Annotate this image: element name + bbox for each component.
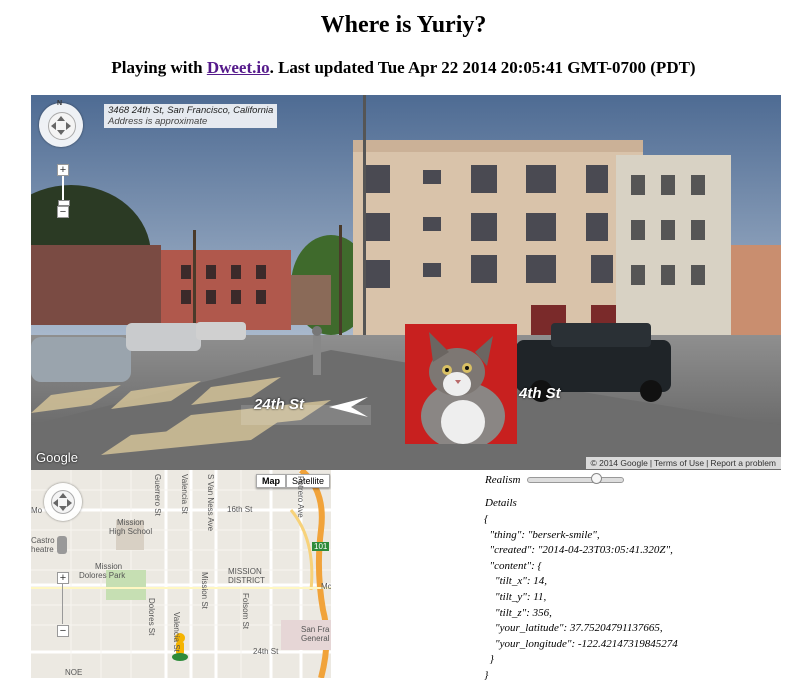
- map-type-map-button[interactable]: Map: [256, 474, 286, 488]
- street-view-panorama[interactable]: 3468 24th St, San Francisco, California …: [31, 95, 781, 470]
- map-zoom-out-button[interactable]: −: [57, 625, 69, 637]
- map-label-theatre: heatre: [31, 545, 54, 554]
- map-label-mission-dolores: Mission: [95, 562, 123, 571]
- details-json-line: "tilt_z": 356,: [484, 606, 552, 619]
- street-view-zoom-control[interactable]: + −: [57, 164, 70, 218]
- map-label-mo: Mo: [31, 506, 43, 515]
- realism-control: Realism: [485, 473, 625, 486]
- page-subtitle: Playing with Dweet.io. Last updated Tue …: [0, 58, 807, 78]
- map-label-dolores-park: Dolores Park: [79, 571, 126, 580]
- map-pan-right-icon[interactable]: [67, 499, 72, 507]
- map-label-valencia-2: Valencia St: [172, 612, 181, 652]
- details-json-line: "content": {: [484, 559, 542, 572]
- realism-slider-thumb[interactable]: [591, 473, 603, 484]
- details-json-line: "your_longitude": -122.42147319845274: [484, 637, 678, 650]
- map-label-hwy: 101: [312, 542, 330, 551]
- map-label-potrero: Potrero Ave: [296, 476, 305, 518]
- map-label-sf-general: San Fra: [301, 625, 330, 634]
- map-label-guerrero: Guerrero St: [153, 474, 162, 516]
- map-pan-control[interactable]: [44, 483, 82, 521]
- realism-slider[interactable]: [527, 473, 625, 484]
- street-label-24th-left[interactable]: 24th St: [254, 396, 304, 413]
- map-pan-up-icon[interactable]: [59, 493, 67, 498]
- details-json-line: }: [484, 668, 489, 681]
- map-label-16th-st: 16th St: [227, 505, 253, 514]
- pan-right-icon[interactable]: [66, 122, 71, 130]
- map-label-mission-high-2: High School: [109, 527, 153, 536]
- map-label-mission-high: Mission: [117, 518, 145, 527]
- pan-up-icon[interactable]: [57, 116, 65, 121]
- sv-zoom-out-button[interactable]: −: [57, 206, 69, 218]
- location-map[interactable]: Map Satellite + − Mission High School Ca…: [31, 470, 331, 678]
- map-label-24th-st: 24th St: [253, 647, 279, 656]
- map-label-sf-general-2: General H: [301, 634, 331, 643]
- details-json-line: }: [484, 653, 494, 666]
- details-json-line: "created": "2014-04-23T03:05:41.320Z",: [484, 544, 673, 557]
- map-pan-down-icon[interactable]: [59, 506, 67, 511]
- map-label-noe: NOE: [65, 668, 83, 677]
- map-label-valencia: Valencia St: [180, 474, 189, 514]
- address-note: Address is approximate: [108, 116, 208, 127]
- address-line: 3468 24th St, San Francisco, California: [108, 105, 274, 116]
- map-type-satellite-button[interactable]: Satellite: [286, 474, 331, 488]
- street-label-24th-right[interactable]: 4th St: [519, 385, 561, 402]
- map-label-dolores-st: Dolores St: [147, 598, 156, 636]
- address-box: 3468 24th St, San Francisco, California …: [104, 104, 278, 128]
- details-json: { "thing": "berserk-smile", "created": "…: [484, 512, 678, 684]
- map-label-mission-district-2: DISTRICT: [228, 576, 265, 585]
- map-type-control[interactable]: Map Satellite: [256, 474, 331, 488]
- compass-north-label: N: [57, 100, 63, 107]
- last-updated-text: . Last updated Tue Apr 22 2014 20:05:41 …: [269, 58, 696, 77]
- page-title: Where is Yuriy?: [320, 12, 487, 38]
- sv-zoom-in-button[interactable]: +: [57, 164, 69, 176]
- dweet-link[interactable]: Dweet.io: [207, 58, 270, 77]
- details-json-line: "thing": "berserk-smile",: [484, 528, 600, 541]
- details-json-line: "tilt_x": 14,: [484, 575, 548, 588]
- details-label: Details: [485, 497, 517, 509]
- street-view-compass[interactable]: N: [39, 100, 83, 147]
- cat-photo-overlay: [405, 324, 517, 444]
- map-label-folsom: Folsom St: [241, 593, 250, 630]
- map-pan-left-icon[interactable]: [53, 499, 58, 507]
- details-json-line: "tilt_y": 11,: [484, 590, 547, 603]
- map-label-castro: Castro: [31, 536, 55, 545]
- google-logo: Google: [36, 450, 78, 465]
- terms-of-use-link[interactable]: Terms of Use: [654, 458, 704, 468]
- map-zoom-in-button[interactable]: +: [57, 572, 69, 584]
- street-view-footer: © 2014 Google | Terms of Use | Report a prob…: [585, 457, 781, 469]
- pan-left-icon[interactable]: [51, 122, 56, 130]
- map-zoom-track[interactable]: [62, 584, 63, 624]
- map-pegman-icon[interactable]: [57, 536, 67, 554]
- copyright-text: © 2014 Google: [590, 458, 648, 468]
- details-json-line: {: [484, 513, 489, 525]
- pan-down-icon[interactable]: [57, 130, 65, 135]
- map-label-mission-st: Mission St: [200, 572, 209, 609]
- sv-zoom-track[interactable]: [62, 176, 64, 200]
- map-label-mc: Mc: [321, 582, 331, 591]
- realism-label: Realism: [485, 474, 521, 486]
- details-json-line: "your_latitude": 37.75204791137665,: [484, 622, 663, 635]
- map-label-mission-district: MISSION: [228, 567, 262, 576]
- subtitle-prefix: Playing with: [111, 58, 207, 77]
- report-problem-link[interactable]: Report a problem: [710, 458, 776, 468]
- map-label-van-ness: S Van Ness Ave: [206, 474, 215, 532]
